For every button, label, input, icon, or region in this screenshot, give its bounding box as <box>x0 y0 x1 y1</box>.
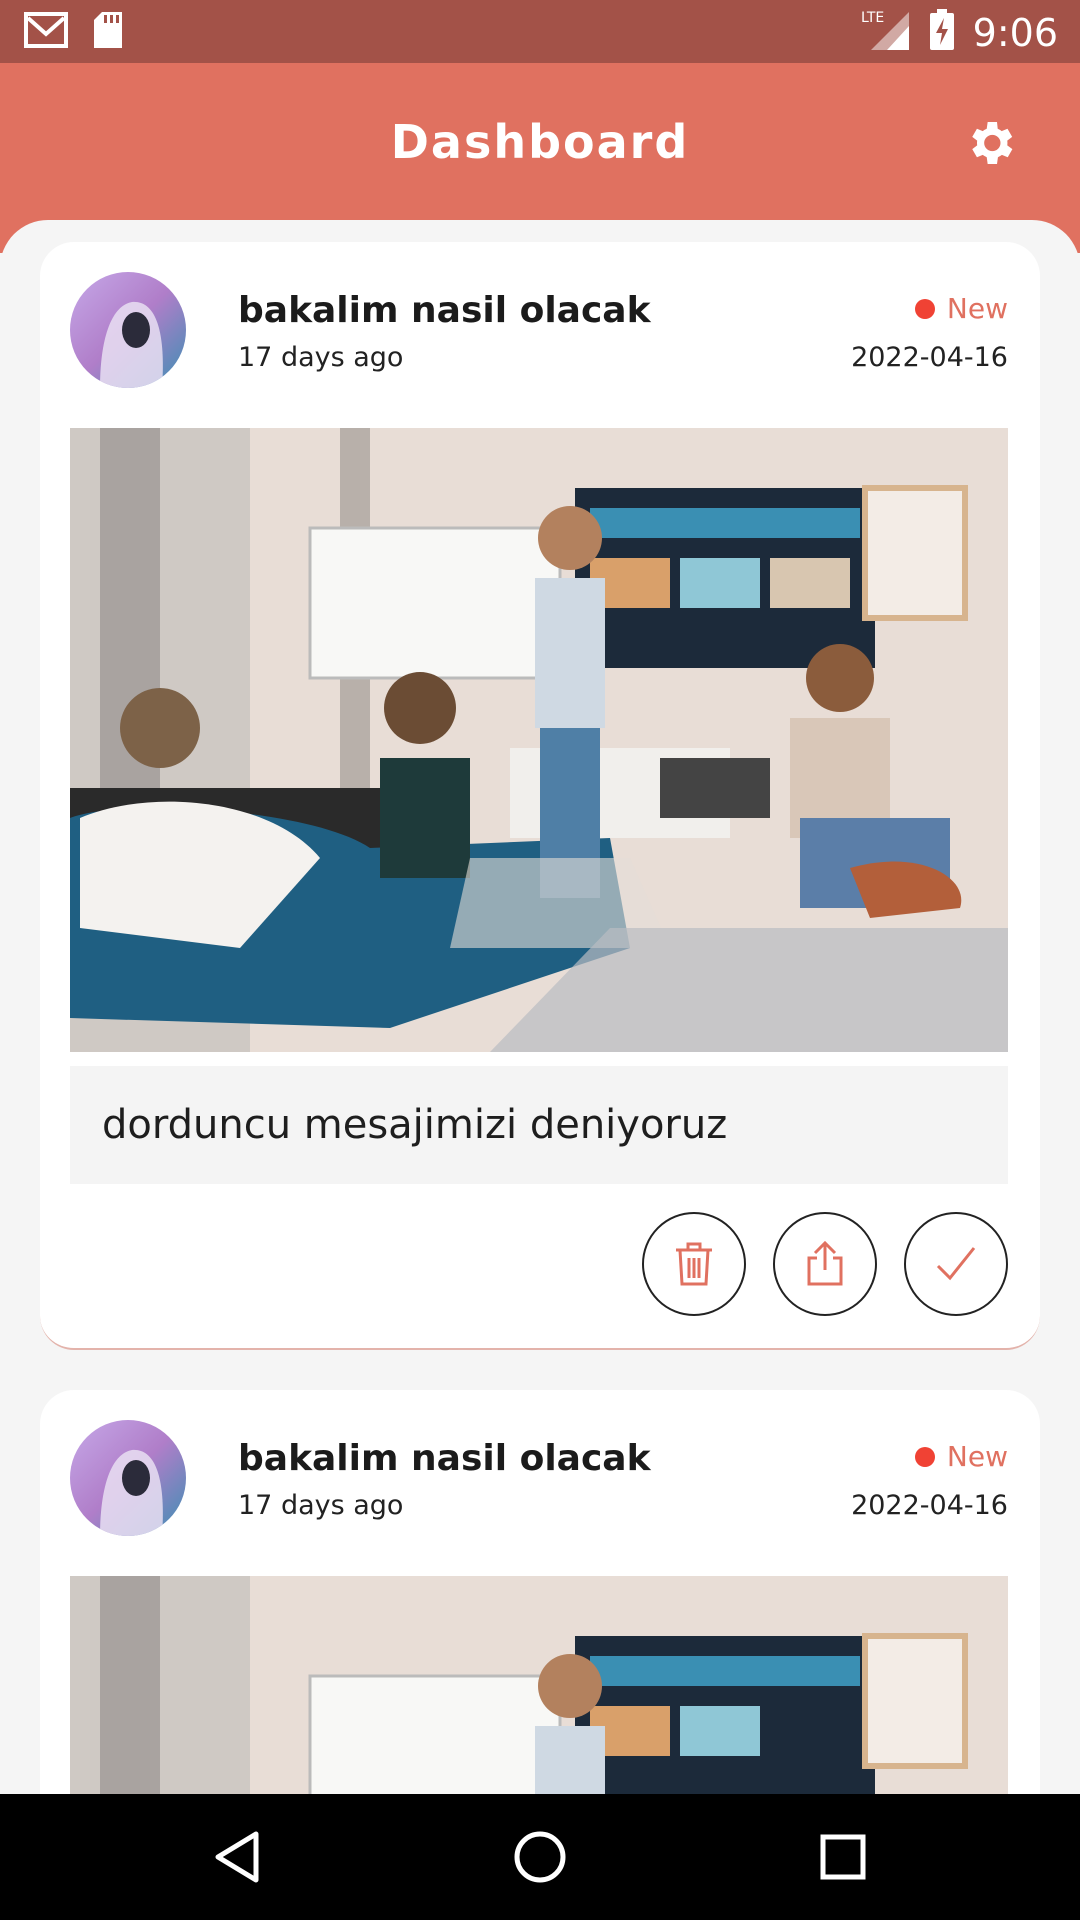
status-bar: LTE 9:06 <box>0 0 1080 63</box>
trash-icon <box>676 1242 712 1286</box>
post-card[interactable]: bakalim nasil olacak 17 days ago New 202… <box>40 242 1040 1350</box>
battery-charging-icon <box>929 9 955 56</box>
page-title: Dashboard <box>390 115 690 169</box>
check-icon <box>936 1247 976 1281</box>
post-time-ago: 17 days ago <box>238 1490 404 1521</box>
post-author: bakalim nasil olacak <box>238 290 651 331</box>
status-badge: New <box>914 1440 1008 1473</box>
post-card[interactable]: bakalim nasil olacak 17 days ago New 202… <box>40 1390 1040 1794</box>
system-nav-bar <box>0 1794 1080 1920</box>
sd-card-icon <box>92 10 124 55</box>
home-icon[interactable] <box>505 1822 575 1892</box>
avatar[interactable] <box>70 1420 186 1536</box>
signal-icon: LTE <box>861 8 911 57</box>
status-label: New <box>946 292 1008 325</box>
post-author: bakalim nasil olacak <box>238 1438 651 1479</box>
post-image[interactable] <box>70 428 1008 1052</box>
post-date: 2022-04-16 <box>851 342 1008 373</box>
status-label: New <box>946 1440 1008 1473</box>
post-image[interactable] <box>70 1576 1008 1794</box>
delete-button[interactable] <box>642 1212 746 1316</box>
status-dot <box>914 298 935 319</box>
status-dot <box>914 1446 935 1467</box>
status-time: 9:06 <box>972 10 1058 55</box>
post-date: 2022-04-16 <box>851 1490 1008 1521</box>
recents-icon[interactable] <box>808 1822 878 1892</box>
post-feed[interactable]: bakalim nasil olacak 17 days ago New 202… <box>0 220 1080 1794</box>
post-message: dorduncu mesajimizi deniyoruz <box>70 1066 1008 1184</box>
mark-done-button[interactable] <box>904 1212 1008 1316</box>
app-screen: LTE 9:06 Dashboard bakalim nasil olacak … <box>0 0 1080 1920</box>
share-button[interactable] <box>773 1212 877 1316</box>
post-message-text: dorduncu mesajimizi deniyoruz <box>102 1102 728 1148</box>
post-time-ago: 17 days ago <box>238 342 404 373</box>
avatar[interactable] <box>70 272 186 388</box>
svg-text:LTE: LTE <box>861 10 884 26</box>
gmail-icon <box>24 10 70 55</box>
share-icon <box>807 1240 843 1286</box>
status-badge: New <box>914 292 1008 325</box>
back-icon[interactable] <box>202 1822 272 1892</box>
gear-icon[interactable] <box>962 115 1018 171</box>
